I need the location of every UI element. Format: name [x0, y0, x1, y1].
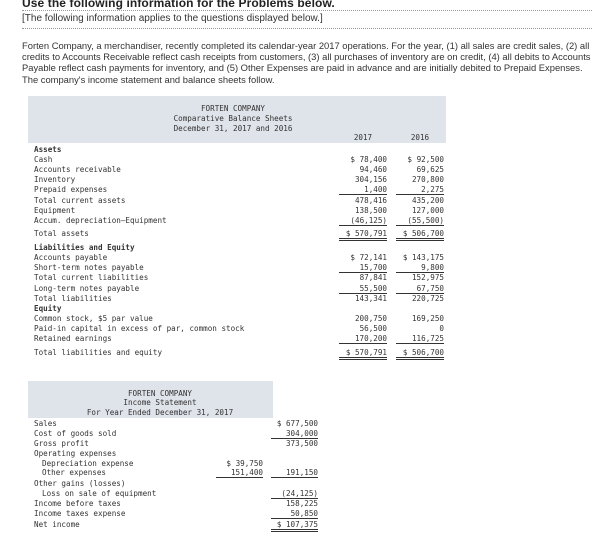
bs-value-v16: 435,200: [411, 196, 444, 205]
is-value-outer: $ 107,375: [271, 520, 318, 532]
bs-row-label: Equipment: [34, 206, 76, 215]
bs-row-label: Total liabilities: [34, 294, 112, 303]
bs-value-v17: (46,125): [339, 216, 387, 226]
is-row-label: Other gains (losses): [34, 479, 126, 488]
bs-value-v17: 304,156: [354, 175, 387, 184]
bs-row-label: Long-term notes payable: [34, 284, 140, 293]
bs-row-label: Total assets: [34, 229, 89, 238]
is-row-label: Income before taxes: [34, 499, 121, 508]
bs-value-v16: 0: [439, 324, 444, 333]
is-row-label: Depreciation expense: [42, 459, 134, 468]
bs-row-label: Inventory: [34, 175, 76, 184]
bs-row-label: Assets: [34, 145, 62, 154]
bs-value-v17: 94,460: [359, 165, 387, 174]
is-value-outer: 373,500: [285, 439, 318, 448]
bs-row-label: Short-term notes payable: [34, 263, 144, 272]
is-row-label: Net income: [34, 520, 80, 529]
bs-value-v17: $ 570,791: [339, 348, 387, 360]
bs-row-label: Total liabilities and equity: [34, 348, 163, 357]
is-value-outer: 304,000: [271, 429, 318, 439]
bs-date: December 31, 2017 and 2016: [173, 124, 293, 133]
intro-paragraph: Forten Company, a merchandiser, recently…: [22, 40, 591, 85]
bs-row-label: Accounts payable: [34, 253, 108, 262]
is-value-inner: 151,400: [216, 468, 263, 478]
bs-value-v16: 152,975: [411, 273, 444, 282]
is-value-inner: $ 39,750: [226, 459, 263, 468]
is-row-label: Sales: [34, 419, 57, 428]
bs-value-v16: 270,800: [411, 175, 444, 184]
bs-value-v17: 478,416: [354, 196, 387, 205]
bs-value-v16: $ 506,700: [396, 229, 444, 241]
subheading: [The following information applies to th…: [22, 13, 323, 24]
bs-value-v16: 2,275: [396, 185, 444, 195]
bs-value-v16: 69,625: [416, 165, 444, 174]
bs-row-label: Prepaid expenses: [34, 185, 108, 194]
is-value-outer: 158,225: [285, 499, 318, 508]
is-row-label: Gross profit: [34, 439, 89, 448]
is-value-outer: 191,150: [271, 468, 318, 478]
divider: [22, 10, 592, 11]
bs-row-label: Total current liabilities: [34, 273, 149, 282]
page-heading: Use the following information for the Pr…: [22, 0, 335, 10]
is-row-label: Other expenses: [42, 468, 107, 477]
bs-value-v17: $ 72,141: [350, 253, 387, 262]
bs-row-label: Equity: [34, 304, 62, 313]
is-value-outer: 50,850: [271, 509, 318, 519]
is-value-outer: $ 677,500: [276, 419, 318, 428]
bs-value-v17: 170,200: [339, 334, 387, 344]
bs-row-label: Retained earnings: [34, 334, 112, 343]
bs-value-v17: 138,500: [354, 206, 387, 215]
bs-value-v17: 56,500: [359, 324, 387, 333]
is-row-label: Loss on sale of equipment: [42, 489, 157, 498]
is-value-outer: (24,125): [271, 489, 318, 499]
is-title: Income Statement: [123, 398, 197, 407]
bs-row-label: Cash: [34, 155, 53, 164]
bs-row-label: Paid-in capital in excess of par, common…: [34, 324, 245, 333]
is-date: For Year Ended December 31, 2017: [86, 408, 234, 417]
bs-value-v16: $ 143,175: [402, 253, 444, 262]
bs-row-label: Liabilities and Equity: [34, 243, 135, 252]
is-company: FORTEN COMPANY: [127, 389, 192, 398]
bs-value-v16: 9,800: [396, 263, 444, 273]
bs-value-v17: 143,341: [354, 294, 387, 303]
bs-title: Comparative Balance Sheets: [173, 114, 293, 123]
is-row-label: Income taxes expense: [34, 509, 126, 518]
bs-row-label: Total current assets: [34, 196, 126, 205]
bs-col-2016: 2016: [410, 133, 430, 142]
bs-col-2017: 2017: [353, 133, 373, 142]
bs-value-v17: 15,700: [339, 263, 387, 273]
divider: [22, 28, 592, 29]
bs-value-v16: (55,500): [396, 216, 444, 226]
bs-row-label: Accum. depreciation—Equipment: [34, 216, 167, 225]
bs-value-v17: 200,750: [354, 314, 387, 323]
bs-value-v16: 67,750: [396, 284, 444, 294]
bs-value-v16: 220,725: [411, 294, 444, 303]
bs-row-label: Common stock, $5 par value: [34, 314, 153, 323]
bs-value-v17: $ 570,791: [339, 229, 387, 241]
bs-value-v16: 116,725: [396, 334, 444, 344]
bs-value-v17: 87,841: [359, 273, 387, 282]
bs-row-label: Accounts receivable: [34, 165, 121, 174]
bs-value-v16: $ 92,500: [407, 155, 444, 164]
bs-value-v17: 1,400: [339, 185, 387, 195]
is-row-label: Operating expenses: [34, 449, 117, 458]
bs-value-v16: 169,250: [411, 314, 444, 323]
bs-value-v16: 127,000: [411, 206, 444, 215]
bs-value-v16: $ 506,700: [396, 348, 444, 360]
bs-company: FORTEN COMPANY: [200, 104, 265, 113]
bs-value-v17: $ 78,400: [350, 155, 387, 164]
is-row-label: Cost of goods sold: [34, 429, 117, 438]
bs-value-v17: 55,500: [339, 284, 387, 294]
